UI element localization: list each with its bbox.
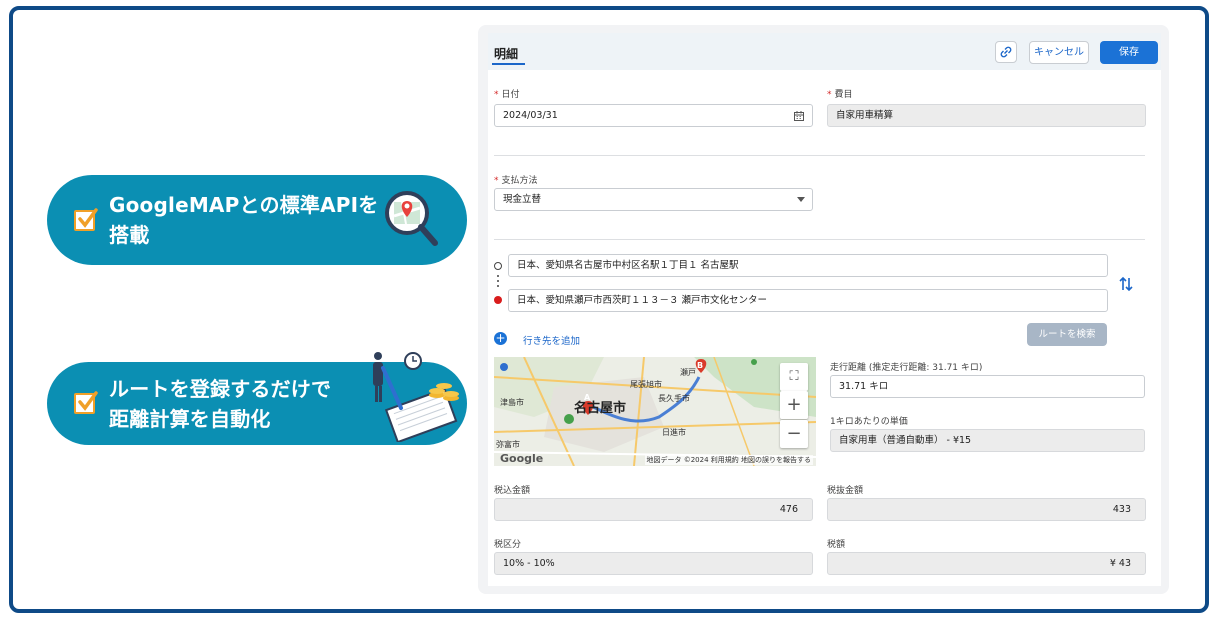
tab-underline (492, 63, 525, 65)
feature-text: GoogleMAPとの標準APIを 搭載 (109, 193, 379, 247)
checkbox-icon (74, 391, 98, 414)
map-tiles (494, 357, 816, 466)
save-button[interactable]: 保存 (1100, 41, 1158, 64)
payment-label: * 支払方法 (494, 176, 538, 186)
route-dots-icon (497, 275, 499, 290)
destination-dot-icon (494, 296, 502, 304)
amount-excl-tax-label: 税抜金額 (827, 486, 864, 496)
tax-class-field: 10% - 10% (494, 552, 813, 575)
checkbox-icon (74, 208, 98, 231)
distance-label: 走行距離 (推定走行距離: 31.71 キロ) (830, 363, 983, 373)
map-place-label: 弥富市 (496, 440, 520, 449)
feature-text: ルートを登録するだけで 距離計算を自動化 (109, 377, 332, 431)
fullscreen-icon[interactable]: ⛶ (780, 363, 808, 391)
zoom-in-button[interactable]: + (780, 391, 808, 419)
map-credit[interactable]: 地図データ ©2024 利用規約 地図の誤りを報告する (644, 455, 813, 465)
tax-amount-field: ¥ 43 (827, 552, 1146, 575)
zoom-out-button[interactable]: − (780, 420, 808, 448)
calculation-illustration-icon (373, 352, 459, 442)
distance-field[interactable]: 31.71 キロ (830, 375, 1145, 398)
amount-incl-tax-field: 476 (494, 498, 813, 521)
swap-icon[interactable] (1118, 276, 1134, 292)
chevron-down-icon (797, 197, 805, 202)
map-place-label: 長久手市 (658, 394, 690, 403)
cancel-button[interactable]: キャンセル (1029, 41, 1089, 64)
add-waypoint-icon[interactable]: + (494, 332, 507, 345)
map-place-label: 尾張旭市 (630, 380, 662, 389)
divider (494, 155, 1145, 156)
date-label: * 日付 (494, 90, 520, 100)
panel-header: 明細 キャンセル 保存 (488, 33, 1161, 70)
destination-input[interactable]: 日本、愛知県瀬戸市西茨町１１３－３ 瀬戸市文化センター (508, 289, 1108, 312)
map-city-label: 名古屋市 (574, 401, 627, 416)
amount-excl-tax-field: 433 (827, 498, 1146, 521)
date-field[interactable]: 2024/03/31 (494, 104, 813, 127)
route-search-button[interactable]: ルートを検索 (1027, 323, 1107, 346)
tax-amount-label: 税額 (827, 540, 846, 550)
add-waypoint-link[interactable]: 行き先を追加 (523, 333, 580, 347)
expense-detail-panel: 明細 キャンセル 保存 *日付 2024/03/31 *費目 自家用車精算 (478, 25, 1169, 594)
map-place-label: 瀬戸 (680, 368, 696, 377)
feature-pill-googlemap: GoogleMAPとの標準APIを 搭載 (47, 175, 467, 265)
item-label: * 費目 (827, 90, 853, 100)
map-place-label: 日進市 (662, 428, 686, 437)
map-search-icon (385, 191, 438, 246)
attach-link-button[interactable] (995, 41, 1017, 63)
marker-b-label: B (697, 361, 704, 370)
calendar-icon[interactable] (794, 111, 804, 121)
form-body: * 日付 2024/03/31 * 費目 自家用車精算 * 支払方法 現金立替 日本、… (488, 70, 1161, 586)
feature-pill-route: ルートを登録するだけで 距離計算を自動化 (47, 352, 467, 445)
divider (494, 239, 1145, 240)
payment-select[interactable]: 現金立替 (494, 188, 813, 211)
origin-dot-icon (494, 262, 502, 270)
google-logo: Google (500, 452, 544, 465)
item-field: 自家用車精算 (827, 104, 1146, 127)
link-icon (1000, 46, 1012, 58)
unit-price-field: 自家用車（普通自動車） - ¥15 (830, 429, 1145, 452)
route-map[interactable]: A B 名古屋市 尾張旭市 長久手市 日進市 津島市 弥富市 瀬戸 ⛶ + − … (494, 357, 816, 466)
amount-incl-tax-label: 税込金額 (494, 486, 531, 496)
map-place-label: 津島市 (500, 398, 524, 407)
unit-price-label: 1キロあたりの単価 (830, 417, 908, 427)
origin-input[interactable]: 日本、愛知県名古屋市中村区名駅１丁目１ 名古屋駅 (508, 254, 1108, 277)
tax-class-label: 税区分 (494, 540, 522, 550)
tab-detail[interactable]: 明細 (494, 45, 518, 62)
